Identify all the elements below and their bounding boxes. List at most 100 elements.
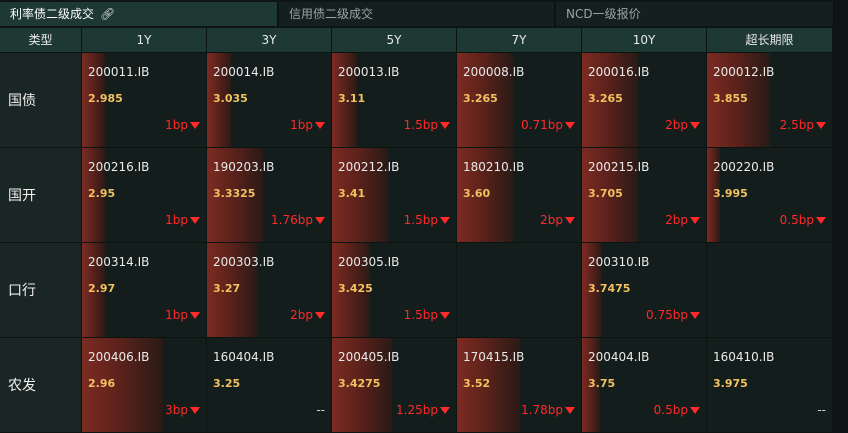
- bond-code: 200215.IB: [588, 160, 650, 174]
- link-icon[interactable]: 🔗︎: [100, 2, 115, 26]
- bond-yield: 3.27: [213, 282, 241, 295]
- yield-change-value: 2bp: [540, 213, 563, 227]
- yield-change-value: 0.5bp: [779, 213, 814, 227]
- quote-cell[interactable]: 170415.IB 3.52 1.78bp: [457, 338, 582, 433]
- arrow-down-icon: [565, 406, 575, 414]
- quote-cell[interactable]: 200014.IB 3.035 1bp: [207, 53, 332, 148]
- yield-change: 2bp: [665, 213, 700, 227]
- arrow-down-icon: [690, 121, 700, 129]
- arrow-down-icon: [190, 311, 200, 319]
- yield-change-value: 0.5bp: [653, 403, 688, 417]
- bond-code: 200404.IB: [588, 350, 650, 364]
- quote-cell[interactable]: 190203.IB 3.3325 1.76bp: [207, 148, 332, 243]
- bond-yield: 3.52: [463, 377, 491, 390]
- bond-code: 200013.IB: [338, 65, 400, 79]
- yield-change: --: [316, 403, 325, 417]
- quote-cell[interactable]: 200013.IB 3.11 1.5bp: [332, 53, 457, 148]
- header-1y: 1Y: [82, 28, 207, 53]
- quote-cell[interactable]: 200305.IB 3.425 1.5bp: [332, 243, 457, 338]
- bond-yield: 3.3325: [213, 187, 256, 200]
- bond-yield: 3.855: [713, 92, 748, 105]
- quote-cell: [457, 243, 582, 338]
- yield-change: 1.5bp: [404, 118, 450, 132]
- quote-cell[interactable]: 200011.IB 2.985 1bp: [82, 53, 207, 148]
- yield-change: --: [817, 403, 826, 417]
- bond-code: 160410.IB: [713, 350, 775, 364]
- bond-yield: 3.265: [588, 92, 623, 105]
- arrow-down-icon: [816, 121, 826, 129]
- quote-cell[interactable]: 160404.IB 3.25 --: [207, 338, 332, 433]
- yield-change-value: 1.5bp: [403, 213, 438, 227]
- yield-grid: 类型 1Y 3Y 5Y 7Y 10Y 超长期限 国债 200011.IB 2.985 1bp 2000…: [0, 28, 848, 433]
- yield-change: 1bp: [165, 118, 200, 132]
- yield-change-value: 1bp: [290, 118, 313, 132]
- quote-cell[interactable]: 200008.IB 3.265 0.71bp: [457, 53, 582, 148]
- arrow-down-icon: [565, 121, 575, 129]
- arrow-down-icon: [315, 216, 325, 224]
- bond-code: 200406.IB: [88, 350, 150, 364]
- yield-change: 2bp: [540, 213, 575, 227]
- quote-cell[interactable]: 200404.IB 3.75 0.5bp: [582, 338, 707, 433]
- bond-yield: 2.97: [88, 282, 116, 295]
- bond-yield: 2.985: [88, 92, 123, 105]
- yield-change-value: 2bp: [665, 213, 688, 227]
- quote-cell: [707, 243, 833, 338]
- yield-change: 1bp: [165, 213, 200, 227]
- tab-ncd-quote[interactable]: NCD一级报价: [556, 2, 834, 26]
- arrow-down-icon: [315, 121, 325, 129]
- quote-cell[interactable]: 200405.IB 3.4275 1.25bp: [332, 338, 457, 433]
- bond-code: 170415.IB: [463, 350, 525, 364]
- yield-change-value: 1.78bp: [521, 403, 563, 417]
- arrow-down-icon: [440, 121, 450, 129]
- bond-yield: 3.995: [713, 187, 748, 200]
- quote-cell[interactable]: 200215.IB 3.705 2bp: [582, 148, 707, 243]
- bond-code: 200220.IB: [713, 160, 775, 174]
- bond-code: 200016.IB: [588, 65, 650, 79]
- yield-change-value: --: [316, 403, 325, 417]
- quote-cell[interactable]: 200406.IB 2.96 3bp: [82, 338, 207, 433]
- arrow-down-icon: [816, 216, 826, 224]
- quote-cell[interactable]: 200216.IB 2.95 1bp: [82, 148, 207, 243]
- yield-change-value: 3bp: [165, 403, 188, 417]
- bond-code: 200303.IB: [213, 255, 275, 269]
- header-ultra-long: 超长期限: [707, 28, 833, 53]
- quote-cell[interactable]: 200220.IB 3.995 0.5bp: [707, 148, 833, 243]
- bond-code: 200212.IB: [338, 160, 400, 174]
- quote-cell[interactable]: 200012.IB 3.855 2.5bp: [707, 53, 833, 148]
- yield-change-value: 0.71bp: [521, 118, 563, 132]
- tab-credit-secondary[interactable]: 信用债二级成交: [279, 2, 555, 26]
- yield-change: 1.5bp: [404, 213, 450, 227]
- yield-change: 0.5bp: [780, 213, 826, 227]
- quote-cell[interactable]: 200016.IB 3.265 2bp: [582, 53, 707, 148]
- header-7y: 7Y: [457, 28, 582, 53]
- row-label: 口行: [0, 243, 82, 338]
- quote-cell[interactable]: 200310.IB 3.7475 0.75bp: [582, 243, 707, 338]
- quote-cell[interactable]: 200212.IB 3.41 1.5bp: [332, 148, 457, 243]
- header-3y: 3Y: [207, 28, 332, 53]
- bond-code: 190203.IB: [213, 160, 275, 174]
- yield-change: 0.5bp: [654, 403, 700, 417]
- yield-change: 0.71bp: [521, 118, 575, 132]
- arrow-down-icon: [440, 406, 450, 414]
- header-10y: 10Y: [582, 28, 707, 53]
- bond-yield: 3.60: [463, 187, 491, 200]
- tab-credit-secondary-label: 信用债二级成交: [289, 7, 374, 21]
- header-type: 类型: [0, 28, 82, 53]
- yield-change: 0.75bp: [646, 308, 700, 322]
- yield-change: 1.78bp: [521, 403, 575, 417]
- quote-cell[interactable]: 200303.IB 3.27 2bp: [207, 243, 332, 338]
- header-5y: 5Y: [332, 28, 457, 53]
- bond-code: 200310.IB: [588, 255, 650, 269]
- bond-yield: 3.705: [588, 187, 623, 200]
- arrow-down-icon: [565, 216, 575, 224]
- quote-cell[interactable]: 180210.IB 3.60 2bp: [457, 148, 582, 243]
- quote-cell[interactable]: 160410.IB 3.975 --: [707, 338, 833, 433]
- quote-cell[interactable]: 200314.IB 2.97 1bp: [82, 243, 207, 338]
- bond-code: 200011.IB: [88, 65, 150, 79]
- yield-change-value: 1bp: [165, 118, 188, 132]
- tab-rates-secondary[interactable]: 利率债二级成交 🔗︎: [0, 2, 278, 26]
- yield-change: 1.76bp: [271, 213, 325, 227]
- bond-yield: 3.25: [213, 377, 241, 390]
- yield-change-value: 1.5bp: [403, 308, 438, 322]
- bond-code: 200405.IB: [338, 350, 400, 364]
